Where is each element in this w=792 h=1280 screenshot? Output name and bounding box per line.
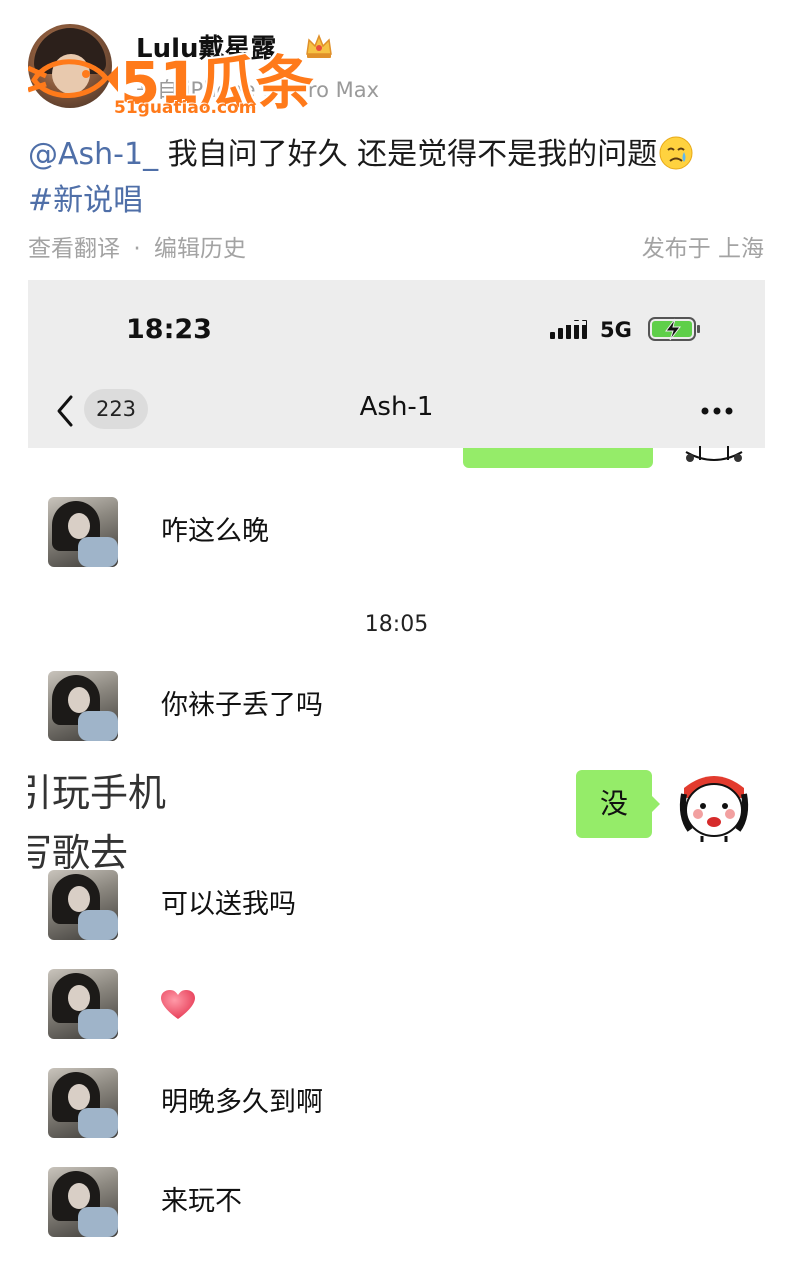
- bubble-tail: [650, 794, 660, 814]
- chat-timestamp: 18:05: [364, 612, 429, 637]
- message-text: 咋这么晚: [161, 516, 269, 547]
- post-actions: 查看翻译 · 编辑历史: [28, 229, 246, 263]
- network-label: 5G: [600, 318, 632, 342]
- previous-message-bubble: [463, 448, 653, 468]
- edit-history-link[interactable]: 编辑历史: [154, 236, 246, 262]
- mention-link[interactable]: @Ash-1_: [28, 137, 158, 172]
- sticker-avatar-icon[interactable]: [676, 768, 752, 842]
- contact-avatar[interactable]: [48, 870, 118, 940]
- translate-link[interactable]: 查看翻译: [28, 236, 120, 262]
- separator-dot: ·: [133, 236, 141, 262]
- contact-avatar[interactable]: [48, 1167, 118, 1237]
- my-message-bubble: 没: [576, 770, 652, 838]
- signal-icon: [550, 320, 587, 339]
- message-text: 来玩不: [161, 1186, 242, 1217]
- battery-charging-icon: [648, 317, 700, 341]
- status-time: 18:23: [126, 314, 212, 345]
- contact-avatar[interactable]: [48, 671, 118, 741]
- overlay-text-line: 引玩手机: [28, 771, 167, 815]
- message-text: 明晚多久到啊: [161, 1087, 323, 1118]
- contact-avatar[interactable]: [48, 1068, 118, 1138]
- watermark: 51瓜条 51guatiao.com: [28, 36, 338, 120]
- contact-avatar[interactable]: [48, 969, 118, 1039]
- contact-avatar[interactable]: [48, 497, 118, 567]
- message-text: 可以送我吗: [161, 889, 296, 920]
- chat-title: Ash-1: [359, 392, 434, 422]
- watermark-logo-icon: [28, 59, 118, 98]
- heart-icon: [161, 990, 195, 1019]
- post-location: 发布于 上海: [641, 236, 764, 262]
- more-options-icon[interactable]: [700, 406, 734, 416]
- hashtag-link[interactable]: #新说唱: [28, 183, 143, 218]
- sticker-avatar-icon: [685, 446, 743, 462]
- post-text: 我自问了好久 还是觉得不是我的问题: [158, 137, 658, 172]
- watermark-url: 51guatiao.com: [114, 98, 257, 118]
- post-body: @Ash-1_ 我自问了好久 还是觉得不是我的问题 #新说唱: [28, 132, 768, 224]
- crying-emoji-icon: [659, 136, 693, 170]
- message-text: 你袜子丢了吗: [161, 690, 323, 721]
- chat-screenshot: 18:23 5G 223 Ash-1 咋这么晚 18:05 你袜子丢了吗 没 引…: [28, 280, 765, 1280]
